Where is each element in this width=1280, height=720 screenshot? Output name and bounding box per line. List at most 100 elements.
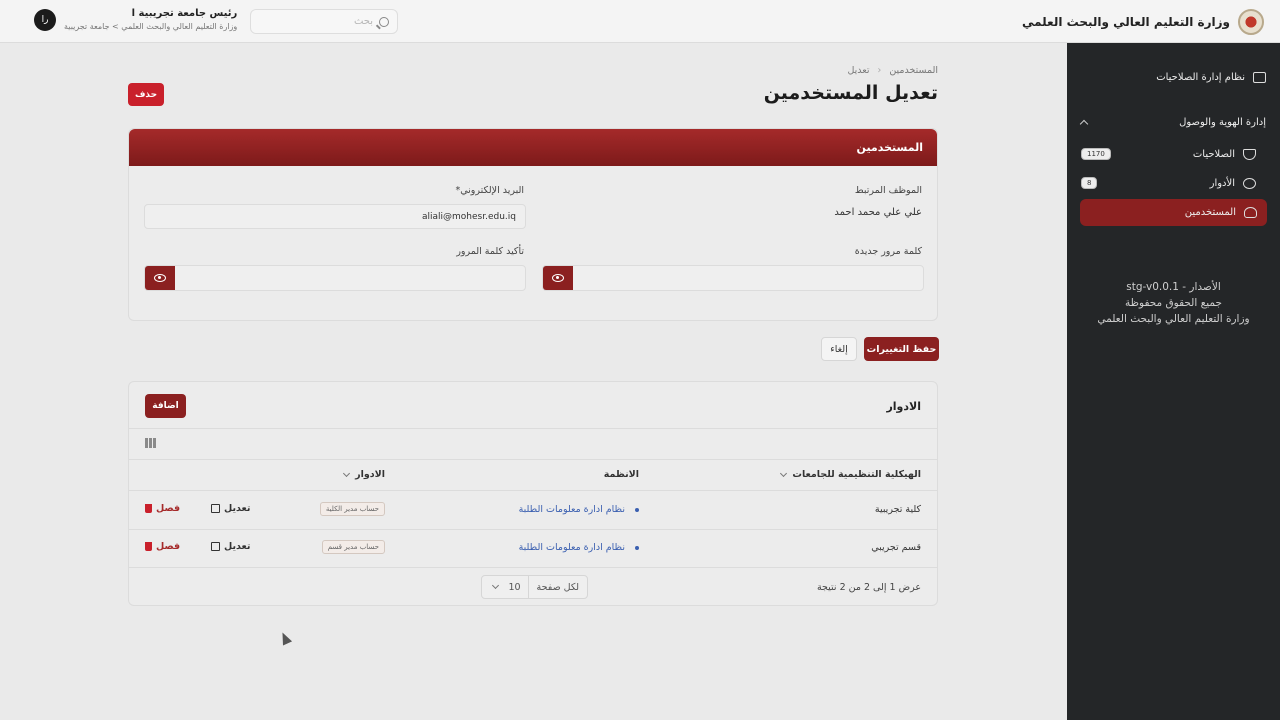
avatar[interactable]: را xyxy=(34,8,56,31)
brand-title: وزارة التعليم العالي والبحث العلمي xyxy=(1021,15,1230,29)
chevron-down-icon xyxy=(343,469,351,477)
copyright-text: جميع الحقوق محفوظة xyxy=(1125,297,1222,309)
bullet-icon xyxy=(635,545,639,550)
sidebar-section-label: إدارة الهوية والوصول xyxy=(1179,116,1266,128)
search-input[interactable]: بحث xyxy=(250,9,398,34)
sidebar-item-label: نظام إدارة الصلاحيات xyxy=(1156,71,1245,83)
per-page-select[interactable]: لكل صفحة 10 xyxy=(481,575,588,599)
version-info: الأصدار - stg-v0.0.1 جميع الحقوق محفوظة … xyxy=(1067,279,1280,327)
org-cell: كلية تجريبية xyxy=(874,504,921,515)
cancel-button[interactable]: إلغاء xyxy=(821,337,857,361)
confirm-password-label: تأكيد كلمة المرور xyxy=(456,246,524,257)
user-name: رئيس جامعة تجريبية ا xyxy=(131,8,238,19)
shield-icon xyxy=(1243,148,1256,160)
edit-label: تعديل xyxy=(224,541,251,552)
new-password-field[interactable] xyxy=(542,265,924,291)
per-page-label: لكل صفحة xyxy=(527,576,587,598)
user-subtitle: وزارة التعليم العالي والبحث العلمي > جام… xyxy=(64,22,238,31)
eye-icon xyxy=(552,274,564,282)
chart-icon xyxy=(1253,71,1266,83)
toggle-new-password-button[interactable] xyxy=(543,266,573,290)
count-badge: 8 xyxy=(1081,177,1098,189)
toggle-confirm-password-button[interactable] xyxy=(145,266,175,290)
table-row: قسم تجريبي نظام ادارة معلومات الطلبة حسا… xyxy=(129,529,937,567)
search-placeholder: بحث xyxy=(353,16,373,27)
sidebar-item-label: الأدوار xyxy=(1209,177,1235,189)
column-header-systems: الانظمة xyxy=(604,469,639,480)
system-link[interactable]: نظام ادارة معلومات الطلبة xyxy=(519,504,639,515)
column-header-label: الهيكلية التنظيمية للجامعات xyxy=(792,469,921,480)
user-menu[interactable]: رئيس جامعة تجريبية ا وزارة التعليم العال… xyxy=(34,8,237,31)
fingerprint-icon xyxy=(1243,177,1256,189)
trash-icon xyxy=(145,542,152,551)
sidebar-item-label: الصلاحيات xyxy=(1192,148,1235,160)
card-header: المستخدمين xyxy=(129,129,937,166)
search-icon xyxy=(379,16,389,27)
breadcrumb-parent[interactable]: المستخدمين xyxy=(889,65,938,76)
per-page-value: 10 xyxy=(508,581,521,593)
breadcrumb-current: تعديل xyxy=(847,65,870,76)
edit-icon xyxy=(211,542,220,551)
delete-button[interactable]: حذف xyxy=(128,83,164,106)
edit-icon xyxy=(211,504,220,513)
edit-button[interactable]: تعديل xyxy=(211,541,250,552)
save-button[interactable]: حفظ التغييرات xyxy=(864,337,939,361)
count-badge: 1170 xyxy=(1081,148,1111,160)
email-field[interactable]: aliali@mohesr.edu.iq xyxy=(144,204,526,229)
unlink-button[interactable]: فصل xyxy=(145,503,180,514)
sidebar-item-users[interactable]: المستخدمين xyxy=(1080,199,1267,226)
org-cell: قسم تجريبي xyxy=(871,542,921,553)
breadcrumb: المستخدمين ‹ تعديل xyxy=(847,65,938,76)
role-chip: حساب مدير قسم xyxy=(321,540,385,554)
sidebar-item-system[interactable]: نظام إدارة الصلاحيات xyxy=(1081,65,1266,89)
divider xyxy=(129,567,937,568)
confirm-password-field[interactable] xyxy=(144,265,526,291)
chevron-up-icon xyxy=(1079,119,1089,128)
version-text: الأصدار - stg-v0.0.1 xyxy=(1126,281,1221,293)
employee-value: علي علي محمد احمد xyxy=(834,207,922,218)
unlink-label: فصل xyxy=(156,503,181,514)
ministry-text: وزارة التعليم العالي والبحث العلمي xyxy=(1097,313,1250,325)
divider xyxy=(129,428,937,429)
columns-icon[interactable] xyxy=(145,438,157,448)
email-label: البريد الإلكتروني* xyxy=(455,185,525,196)
sidebar-item-permissions[interactable]: الصلاحيات 1170 xyxy=(1081,142,1256,166)
column-header-org[interactable]: الهيكلية التنظيمية للجامعات xyxy=(780,469,921,480)
ministry-logo-icon xyxy=(1238,9,1264,35)
column-header-label: الانظمة xyxy=(603,469,639,480)
trash-icon xyxy=(145,504,152,513)
brand[interactable]: وزارة التعليم العالي والبحث العلمي xyxy=(1022,8,1264,36)
sidebar-item-roles[interactable]: الأدوار 8 xyxy=(1081,171,1256,195)
per-page-value-wrap: 10 xyxy=(486,582,527,593)
page-title: تعديل المستخدمين xyxy=(763,82,938,104)
chevron-down-icon xyxy=(780,469,788,477)
user-info: رئيس جامعة تجريبية ا وزارة التعليم العال… xyxy=(64,8,237,31)
user-form-card: المستخدمين الموظف المرتبط علي علي محمد ا… xyxy=(128,128,938,321)
column-header-label: الادوار xyxy=(355,469,385,480)
employee-label: الموظف المرتبط xyxy=(854,185,922,196)
mouse-cursor-icon xyxy=(277,630,293,646)
unlink-label: فصل xyxy=(156,541,181,552)
system-link[interactable]: نظام ادارة معلومات الطلبة xyxy=(519,542,639,553)
column-header-roles[interactable]: الادوار xyxy=(343,469,385,480)
role-chip: حساب مدير الكلية xyxy=(319,502,385,516)
edit-button[interactable]: تعديل xyxy=(211,503,250,514)
table-row: كلية تجريبية نظام ادارة معلومات الطلبة ح… xyxy=(129,491,937,529)
chevron-down-icon xyxy=(492,581,500,590)
roles-title: الادوار xyxy=(886,400,921,413)
chevron-left-icon: ‹ xyxy=(877,65,882,76)
sidebar-section-identity[interactable]: إدارة الهوية والوصول xyxy=(1079,110,1266,134)
unlink-button[interactable]: فصل xyxy=(145,541,180,552)
eye-icon xyxy=(154,274,166,282)
divider xyxy=(129,459,937,460)
system-link-label: نظام ادارة معلومات الطلبة xyxy=(518,542,625,553)
edit-label: تعديل xyxy=(224,503,251,514)
top-bar: وزارة التعليم العالي والبحث العلمي بحث ر… xyxy=(0,0,1280,43)
pagination-summary: عرض 1 إلى 2 من 2 نتيجة xyxy=(816,582,921,593)
add-role-button[interactable]: اضافة xyxy=(145,394,186,418)
sidebar: نظام إدارة الصلاحيات إدارة الهوية والوصو… xyxy=(1067,43,1280,720)
bullet-icon xyxy=(635,507,639,512)
new-password-label: كلمة مرور جديدة xyxy=(854,246,922,257)
sidebar-item-label: المستخدمين xyxy=(1184,207,1236,218)
roles-card: الادوار اضافة الهيكلية التنظيمية للجامعا… xyxy=(128,381,938,606)
